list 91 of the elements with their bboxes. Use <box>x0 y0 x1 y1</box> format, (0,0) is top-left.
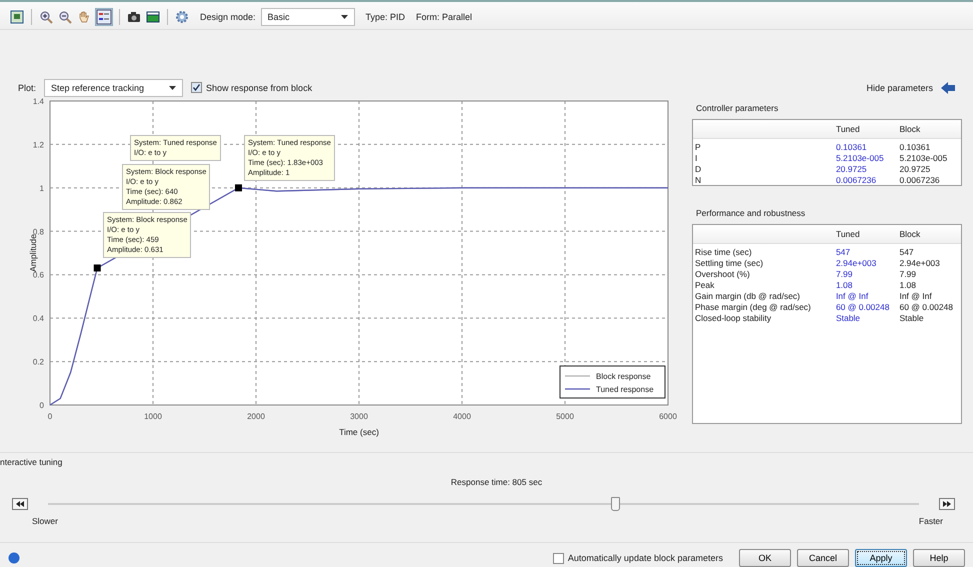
y-axis-label: Amplitude <box>28 234 38 272</box>
fast-forward-icon[interactable] <box>939 498 955 510</box>
rewind-icon[interactable] <box>12 498 28 510</box>
table-cell-text: 2.94e+003 <box>834 258 878 268</box>
y-tick-label: 0.2 <box>32 358 44 367</box>
table-cell-text: Closed-loop stability <box>694 312 772 322</box>
y-tick-label: 0 <box>40 401 44 410</box>
y-tick-label: 1.4 <box>32 97 44 106</box>
y-tick-label: 1 <box>40 184 44 193</box>
design-mode-dropdown[interactable]: Basic <box>260 8 355 26</box>
x-tick-label: 3000 <box>350 412 368 421</box>
table-cell-text: 547 <box>898 246 915 256</box>
zoom-out-icon[interactable] <box>58 10 72 24</box>
caret-icon[interactable] <box>169 86 176 90</box>
table-cell-text: 1.08 <box>898 280 918 290</box>
section-title: nteractive tuning <box>0 457 64 467</box>
plot-dropdown[interactable]: Step reference tracking <box>44 78 184 97</box>
panel-title: Controller parameters <box>695 102 780 115</box>
table-cell-text: 60 @ 0.00248 <box>834 302 890 312</box>
table-cell-text: Rise time (sec) <box>694 246 753 256</box>
caret-icon[interactable] <box>340 15 348 20</box>
legend-icon[interactable] <box>96 9 112 26</box>
table-cell-text: 0.10361 <box>898 142 932 152</box>
x-tick-label: 2000 <box>247 412 265 421</box>
form-label: Form: Parallel <box>416 12 472 22</box>
faster-label: Faster <box>918 516 943 526</box>
table-cell-text: 20.9725 <box>898 164 932 174</box>
table-cell-text: N <box>694 174 702 184</box>
auto-update-checkbox[interactable]: Automatically update block parameters <box>552 552 723 564</box>
slower-label: Slower <box>32 516 58 526</box>
table-cell-text: I <box>694 152 698 162</box>
table-cell-text: Phase margin (deg @ rad/sec) <box>694 302 812 312</box>
table-cell-text: Inf @ Inf <box>898 290 933 300</box>
y-tick-label: 1.2 <box>32 140 44 150</box>
table-cell-text: 0.0067236 <box>834 174 878 184</box>
table-cell-text: D <box>694 164 702 174</box>
type-label: Type: PID <box>366 12 406 22</box>
table-cell-text: Inf @ Inf <box>834 290 870 300</box>
arrow-icon[interactable] <box>941 82 955 94</box>
hide-parameters-link[interactable]: Hide parameters <box>866 82 933 93</box>
table-cell-text: 0.10361 <box>834 142 868 152</box>
slider-thumb[interactable] <box>611 497 620 511</box>
save-icon[interactable] <box>10 10 24 24</box>
dialog-button[interactable]: OK <box>739 549 791 567</box>
window-icon[interactable] <box>146 10 160 24</box>
dialog-button[interactable]: Apply <box>855 549 907 567</box>
table-cell-text: P <box>694 142 702 152</box>
hand-icon[interactable] <box>77 10 91 24</box>
table-cell-text: 0.0067236 <box>898 174 941 184</box>
panel-title: Performance and robustness <box>695 207 806 220</box>
design-mode-label: Design mode: <box>200 12 256 22</box>
checkmark-icon <box>192 83 202 92</box>
table-cell-text: 7.99 <box>834 268 854 278</box>
table-cell-text: Stable <box>898 312 925 322</box>
table-cell-text: 20.9725 <box>834 164 868 174</box>
table-cell-text: Peak <box>694 280 716 290</box>
dialog-button[interactable]: Cancel <box>797 549 849 567</box>
column-header: Block <box>898 124 922 134</box>
table-cell-text: Overshoot (%) <box>694 268 751 278</box>
dialog-button[interactable]: Help <box>913 549 965 567</box>
help-icon[interactable] <box>8 552 20 564</box>
table-cell-text: 60 @ 0.00248 <box>898 302 954 312</box>
table-cell-text: 5.2103e-005 <box>898 152 948 162</box>
table-cell-text: 7.99 <box>898 268 918 278</box>
response-time-label: Response time: 805 sec <box>450 477 542 487</box>
x-tick-label: 4000 <box>453 412 471 421</box>
table-cell-text: Settling time (sec) <box>694 258 764 268</box>
show-block-checkbox[interactable]: Show response from block <box>191 82 312 94</box>
x-tick-label: 1000 <box>144 412 162 421</box>
y-tick-label: 0.6 <box>32 270 44 280</box>
column-header: Tuned <box>834 229 861 239</box>
table-cell-text: Gain margin (db @ rad/sec) <box>694 290 802 300</box>
y-tick-label: 0.4 <box>32 314 44 324</box>
legend-label: Tuned response <box>596 385 654 394</box>
table-cell-text: 547 <box>834 246 852 256</box>
x-tick-label: 0 <box>48 412 52 421</box>
table-cell-text: 2.94e+003 <box>898 258 941 268</box>
table-cell-text: 1.08 <box>834 280 854 290</box>
gear-icon[interactable] <box>175 10 189 24</box>
legend-label: Block response <box>596 372 652 381</box>
column-header: Block <box>898 229 922 239</box>
column-header: Tuned <box>834 124 861 134</box>
table-cell-text: Stable <box>834 312 862 322</box>
response-time-slider[interactable] <box>48 497 919 511</box>
x-axis-label: Time (sec) <box>339 427 379 437</box>
camera-icon[interactable] <box>127 10 141 24</box>
plot-label: Plot: <box>18 82 36 93</box>
x-tick-label: 6000 <box>659 412 677 421</box>
table-cell-text: 5.2103e-005 <box>834 152 885 162</box>
zoom-in-icon[interactable] <box>39 10 53 24</box>
x-tick-label: 5000 <box>556 412 574 421</box>
